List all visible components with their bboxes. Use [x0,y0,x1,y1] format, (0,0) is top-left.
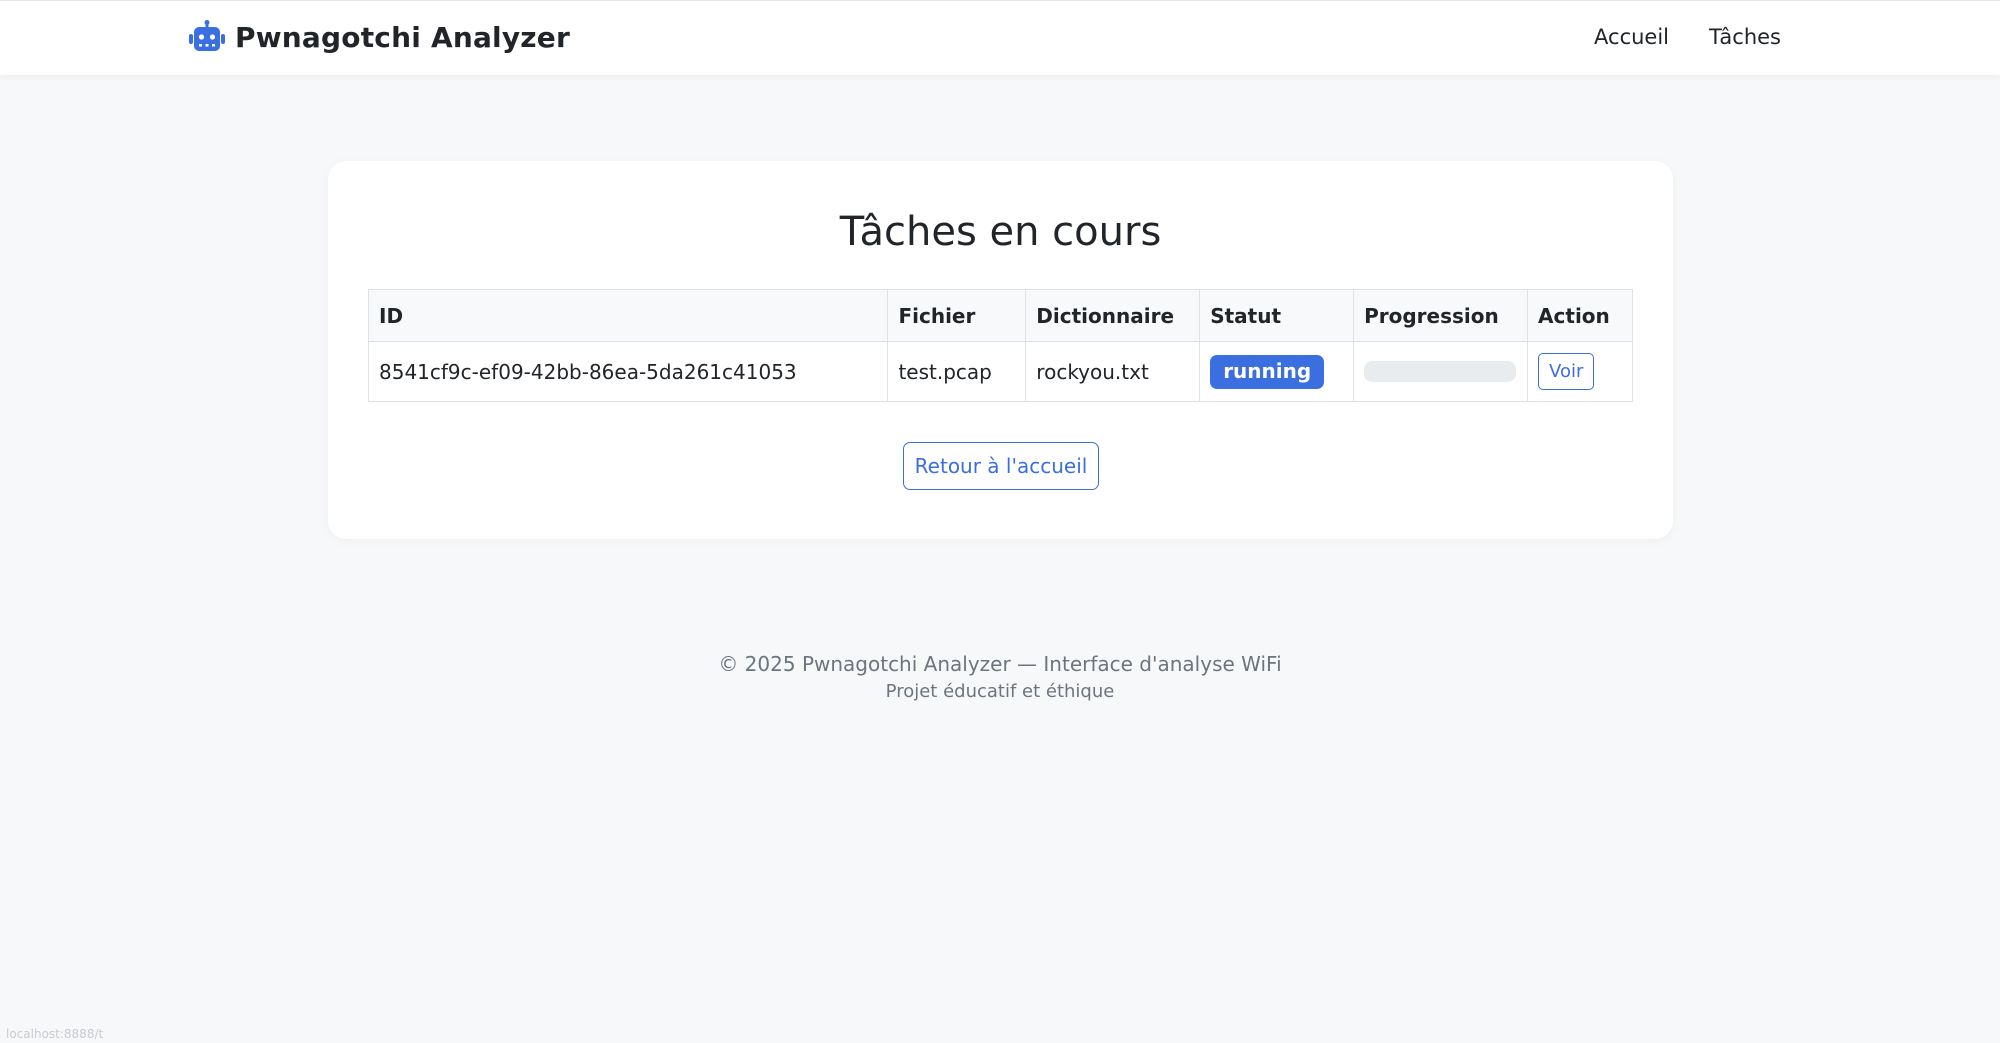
column-header-action: Action [1527,289,1633,342]
footer: © 2025 Pwnagotchi Analyzer — Interface d… [0,650,2000,706]
nav-link-accueil[interactable]: Accueil [1594,25,1669,49]
footer-tagline: Projet éducatif et éthique [885,681,1115,702]
navbar: Pwnagotchi Analyzer Accueil Tâches [0,0,2000,75]
table-header-row: ID Fichier Dictionnaire Statut Progressi… [367,289,1633,342]
task-action-cell: Voir [1527,341,1633,402]
column-header-progress: Progression [1353,289,1529,342]
tasks-table: ID Fichier Dictionnaire Statut Progressi… [367,289,1633,402]
brand-title: Pwnagotchi Analyzer [235,20,571,54]
back-home-button[interactable]: Retour à l'accueil [903,442,1099,490]
robot-icon [189,20,225,54]
nav-links: Accueil Tâches [1594,25,1781,49]
nav-link-taches[interactable]: Tâches [1709,25,1781,49]
footer-copyright: © 2025 Pwnagotchi Analyzer — Interface d… [718,652,1282,676]
task-id: 8541cf9c-ef09-42bb-86ea-5da261c41053 [367,341,889,402]
column-header-file: Fichier [887,289,1027,342]
table-row: 8541cf9c-ef09-42bb-86ea-5da261c41053 tes… [367,341,1633,402]
column-header-id: ID [367,289,889,342]
browser-status-url: localhost:8888/t [6,1027,104,1041]
brand-link[interactable]: Pwnagotchi Analyzer [189,20,570,54]
task-progress-cell [1353,341,1529,402]
task-status-cell: running [1199,341,1355,402]
page-title: Tâches en cours [839,209,1162,255]
status-badge: running [1210,354,1325,389]
task-file: test.pcap [887,341,1027,402]
column-header-dictionary: Dictionnaire [1025,289,1201,342]
tasks-card: Tâches en cours ID Fichier Dictionnaire … [328,161,1673,539]
column-header-status: Statut [1199,289,1355,342]
view-task-button[interactable]: Voir [1538,353,1595,390]
progress-bar [1364,361,1517,382]
task-dictionary: rockyou.txt [1025,341,1201,402]
